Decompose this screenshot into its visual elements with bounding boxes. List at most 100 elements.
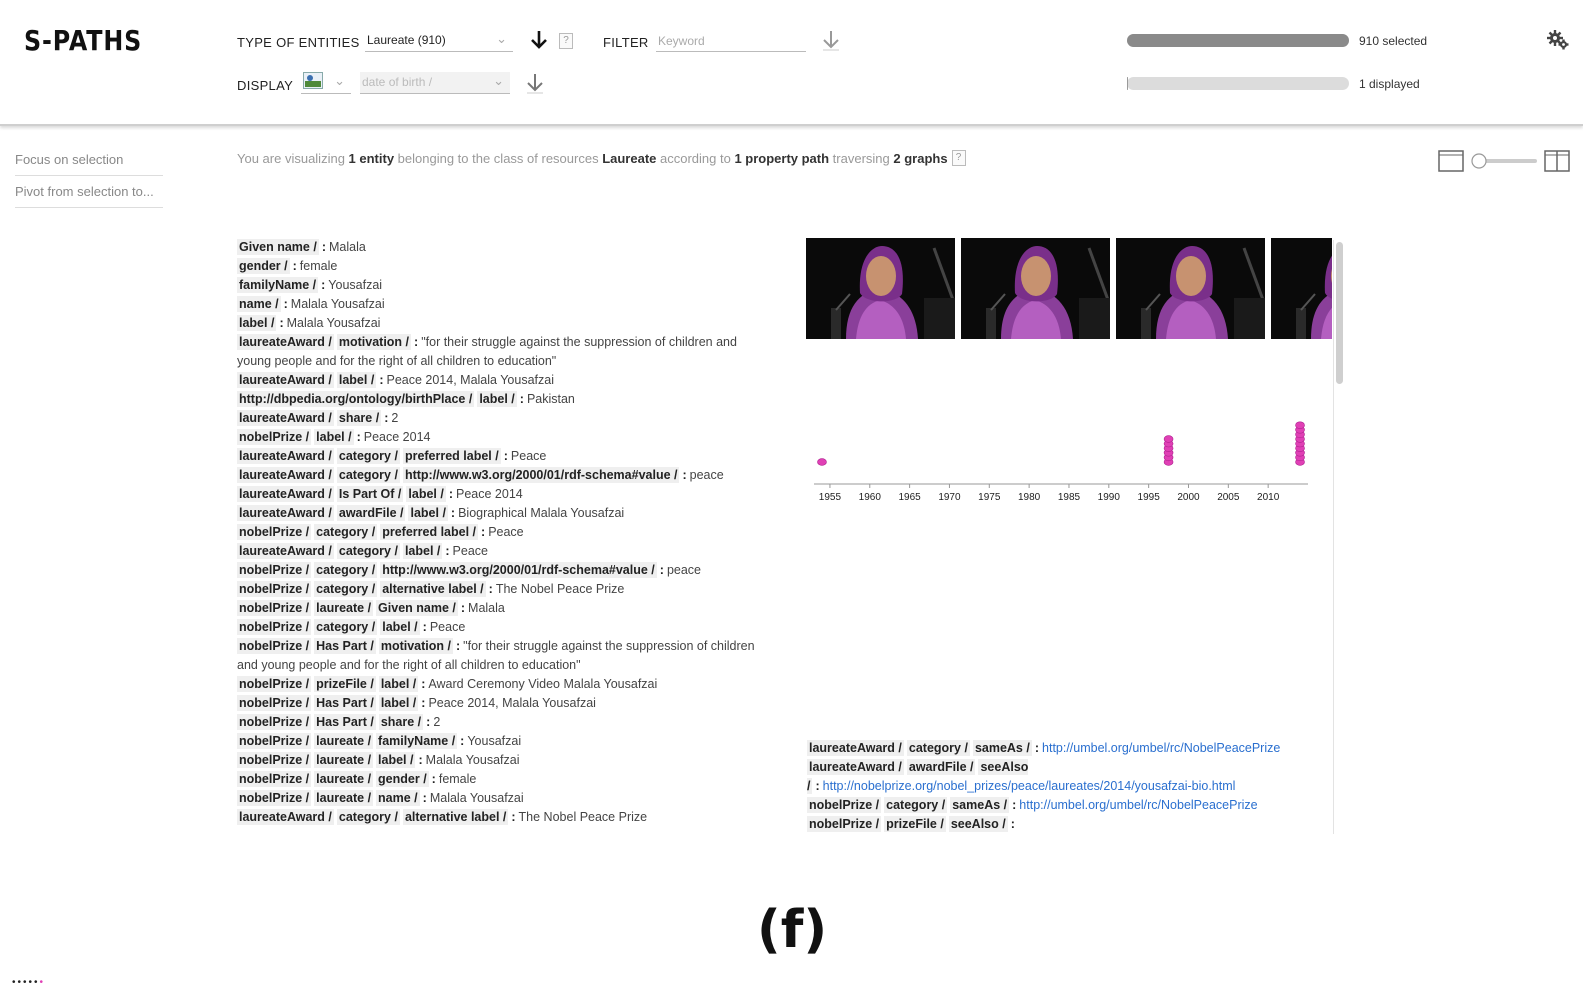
data-point[interactable] — [1295, 421, 1305, 429]
view-size-slider[interactable] — [1471, 152, 1537, 170]
property-path-segment[interactable]: label / — [408, 505, 448, 521]
property-path-segment[interactable]: nobelPrize / — [237, 619, 312, 635]
property-path-segment[interactable]: label / — [314, 429, 354, 445]
property-path-segment[interactable]: label / — [406, 486, 446, 502]
property-path-segment[interactable]: category / — [336, 809, 400, 825]
property-path-segment[interactable]: Has Part / — [314, 714, 376, 730]
property-path-segment[interactable]: category / — [336, 543, 400, 559]
property-path-segment[interactable]: familyName / — [237, 277, 319, 293]
property-path-segment[interactable]: gender / — [237, 258, 290, 274]
display-arrow-icon[interactable] — [523, 71, 547, 95]
split-view-icon[interactable] — [1544, 150, 1570, 172]
property-path-segment[interactable]: http://www.w3.org/2000/01/rdf-schema#val… — [380, 562, 657, 578]
sidebar-item-focus[interactable]: Focus on selection — [15, 152, 163, 176]
content-scrollbar[interactable] — [1333, 240, 1343, 834]
display-property-select[interactable]: date of birth / ⌄ — [360, 72, 510, 94]
laureate-photo[interactable] — [806, 238, 955, 339]
property-path-segment[interactable]: seeAlso / — [948, 816, 1008, 832]
property-path-segment[interactable]: nobelPrize / — [237, 695, 312, 711]
property-path-segment[interactable]: category / — [314, 524, 378, 540]
property-path-segment[interactable]: laureateAward / — [237, 486, 334, 502]
property-path-segment[interactable]: Is Part Of / — [336, 486, 404, 502]
property-path-segment[interactable]: laureateAward / — [237, 809, 334, 825]
property-path-segment[interactable]: label / — [336, 372, 377, 388]
property-link-value[interactable]: http://nobelprize.org/nobel_prizes/peace… — [823, 779, 1236, 793]
settings-gear-icon[interactable] — [1546, 28, 1570, 52]
property-path-segment[interactable]: awardFile / — [336, 505, 406, 521]
property-path-segment[interactable]: nobelPrize / — [237, 733, 312, 749]
data-point[interactable] — [1163, 435, 1174, 443]
type-of-entities-select[interactable]: Laureate (910) ⌄ — [365, 30, 513, 52]
laureate-photo[interactable] — [1116, 238, 1265, 339]
property-path-segment[interactable]: familyName / — [376, 733, 458, 749]
property-path-segment[interactable]: preferred label / — [380, 524, 479, 540]
pager-dot[interactable]: ••••• — [12, 977, 40, 988]
property-path-segment[interactable]: laureateAward / — [237, 448, 334, 464]
property-path-segment[interactable]: category / — [906, 740, 970, 756]
property-link-value[interactable]: http://umbel.org/umbel/rc/NobelPeacePriz… — [1019, 798, 1257, 812]
property-path-segment[interactable]: label / — [402, 543, 443, 559]
property-path-segment[interactable]: alternative label / — [402, 809, 509, 825]
property-path-segment[interactable]: laureate / — [314, 733, 374, 749]
summary-help-button[interactable]: ? — [951, 149, 966, 166]
property-path-segment[interactable]: nobelPrize / — [237, 676, 312, 692]
type-help-button[interactable]: ? — [559, 33, 573, 49]
property-link-value[interactable]: http://umbel.org/umbel/rc/NobelPeacePriz… — [1042, 741, 1280, 755]
property-path-segment[interactable]: preferred label / — [402, 448, 501, 464]
property-path-segment[interactable]: share / — [336, 410, 382, 426]
property-path-segment[interactable]: nobelPrize / — [237, 429, 312, 445]
pager-dot-active[interactable]: • — [40, 977, 46, 988]
property-path-segment[interactable]: Given name / — [376, 600, 458, 616]
property-path-segment[interactable]: laureateAward / — [237, 410, 334, 426]
laureate-photo[interactable] — [1271, 238, 1332, 339]
property-path-segment[interactable]: laureateAward / — [807, 759, 904, 775]
data-point[interactable] — [817, 458, 827, 466]
property-path-segment[interactable]: laureate / — [314, 600, 374, 616]
property-path-segment[interactable]: share / — [378, 714, 424, 730]
single-view-icon[interactable] — [1438, 150, 1464, 172]
property-path-segment[interactable]: name / — [376, 790, 420, 806]
property-path-segment[interactable]: sameAs / — [972, 740, 1032, 756]
property-path-segment[interactable]: Given name / — [237, 239, 319, 255]
property-path-segment[interactable]: laureateAward / — [237, 372, 334, 388]
pager-dots[interactable]: •••••• — [12, 977, 45, 988]
property-path-segment[interactable]: alternative label / — [380, 581, 486, 597]
property-path-segment[interactable]: awardFile / — [906, 759, 976, 775]
property-path-segment[interactable]: laureate / — [314, 790, 374, 806]
property-path-segment[interactable]: category / — [884, 797, 948, 813]
property-path-segment[interactable]: http://dbpedia.org/ontology/birthPlace / — [237, 391, 475, 407]
filter-keyword-input[interactable]: Keyword — [656, 30, 806, 52]
property-path-segment[interactable]: laureateAward / — [237, 334, 334, 350]
property-path-segment[interactable]: http://www.w3.org/2000/01/rdf-schema#val… — [402, 467, 680, 483]
property-path-segment[interactable]: category / — [336, 467, 400, 483]
property-path-segment[interactable]: nobelPrize / — [237, 771, 312, 787]
property-path-segment[interactable]: nobelPrize / — [237, 752, 312, 768]
property-path-segment[interactable]: nobelPrize / — [237, 581, 312, 597]
download-arrow-icon[interactable] — [527, 28, 551, 52]
property-path-segment[interactable]: laureate / — [314, 752, 374, 768]
property-path-segment[interactable]: prizeFile / — [884, 816, 946, 832]
property-path-segment[interactable]: nobelPrize / — [237, 524, 312, 540]
property-path-segment[interactable]: nobelPrize / — [237, 600, 312, 616]
property-path-segment[interactable]: Has Part / — [314, 638, 376, 654]
property-path-segment[interactable]: laureate / — [314, 771, 374, 787]
property-path-segment[interactable]: category / — [314, 581, 378, 597]
property-path-segment[interactable]: nobelPrize / — [807, 797, 882, 813]
laureate-photo[interactable] — [961, 238, 1110, 339]
property-path-segment[interactable]: category / — [336, 448, 400, 464]
property-path-segment[interactable]: nobelPrize / — [237, 790, 312, 806]
property-path-segment[interactable]: laureateAward / — [807, 740, 904, 756]
property-path-segment[interactable]: label / — [237, 315, 277, 331]
property-path-segment[interactable]: laureateAward / — [237, 505, 334, 521]
property-path-segment[interactable]: laureateAward / — [237, 467, 334, 483]
property-path-segment[interactable]: motivation / — [378, 638, 453, 654]
property-path-segment[interactable]: laureateAward / — [237, 543, 334, 559]
property-path-segment[interactable]: motivation / — [336, 334, 412, 350]
scrollbar-thumb[interactable] — [1336, 242, 1343, 384]
property-path-segment[interactable]: label / — [376, 752, 416, 768]
property-path-segment[interactable]: nobelPrize / — [237, 714, 312, 730]
property-path-segment[interactable]: label / — [380, 619, 420, 635]
property-path-segment[interactable]: label / — [477, 391, 517, 407]
property-path-segment[interactable]: gender / — [376, 771, 429, 787]
property-path-segment[interactable]: category / — [314, 562, 378, 578]
